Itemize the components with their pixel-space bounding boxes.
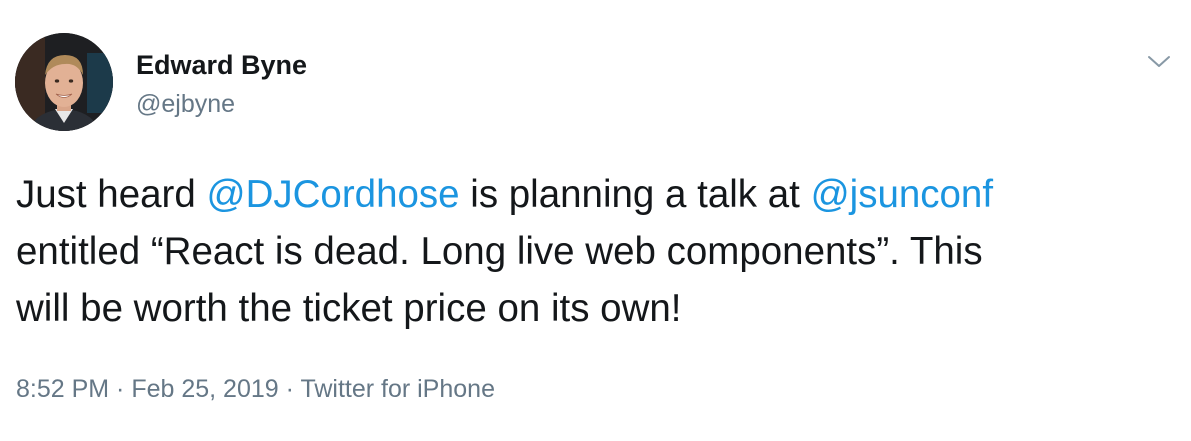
tweet-text-segment: Just heard (16, 173, 207, 216)
meta-separator: · (109, 375, 132, 403)
chevron-down-icon[interactable] (1144, 47, 1174, 77)
tweet-text-line-3: will be worth the ticket price on its ow… (16, 287, 682, 330)
mention-link-djcordhose[interactable]: @DJCordhose (206, 173, 459, 216)
tweet-time[interactable]: 8:52 PM (16, 375, 109, 403)
meta-separator: · (278, 375, 301, 403)
avatar[interactable] (15, 33, 113, 131)
mention-link-jsunconf[interactable]: @jsunconf (811, 173, 993, 216)
tweet-text: Just heard @DJCordhose is planning a tal… (16, 166, 1181, 337)
tweet-text-line-2: entitled “React is dead. Long live web c… (16, 230, 983, 273)
tweet-metadata: 8:52 PM · Feb 25, 2019 · Twitter for iPh… (16, 373, 495, 405)
tweet-card: Edward Byne @ejbyne Just heard @DJCordho… (0, 0, 1191, 441)
author-name[interactable]: Edward Byne (136, 49, 307, 81)
tweet-date[interactable]: Feb 25, 2019 (131, 375, 278, 403)
author-handle[interactable]: @ejbyne (136, 89, 235, 119)
avatar-image (15, 33, 113, 131)
tweet-source[interactable]: Twitter for iPhone (300, 375, 495, 403)
tweet-text-line-1: Just heard @DJCordhose is planning a tal… (16, 166, 1181, 223)
tweet-text-segment: is planning a talk at (459, 173, 811, 216)
